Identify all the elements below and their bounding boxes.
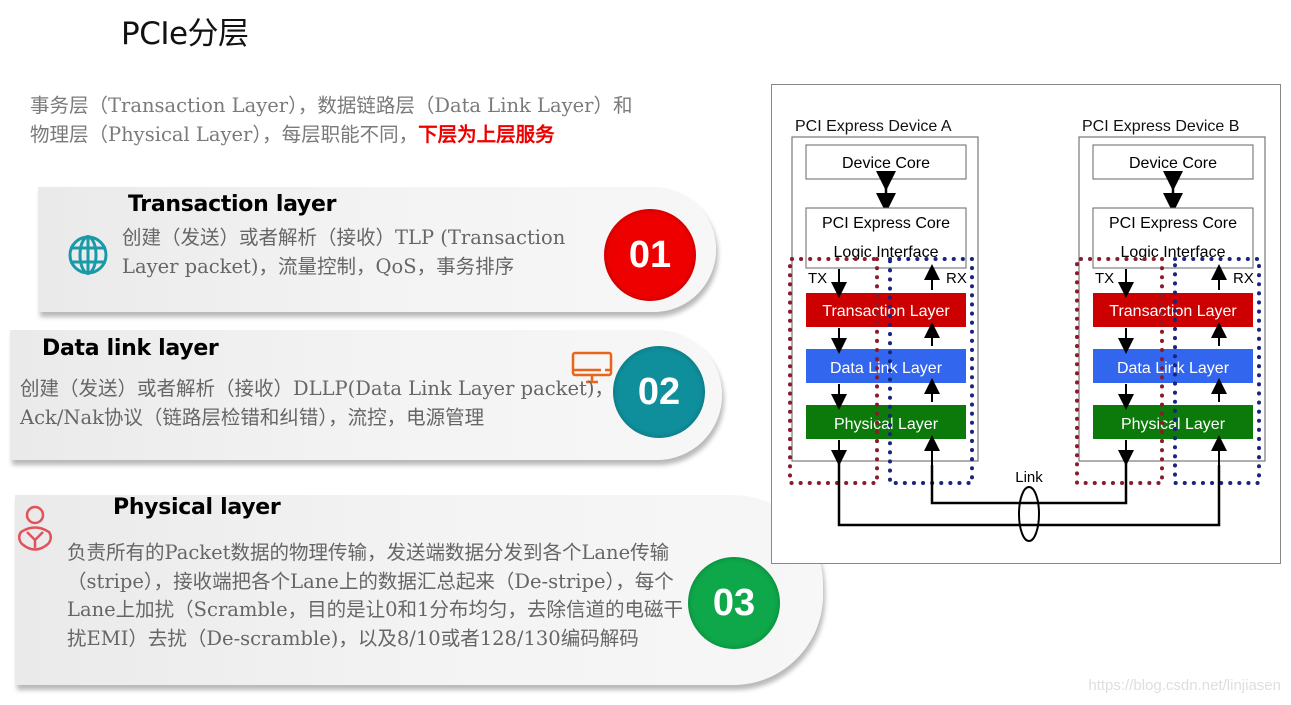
device-b: PCI Express Device B Device Core PCI Exp… bbox=[1075, 118, 1266, 485]
device-core-label: Device Core bbox=[1129, 155, 1217, 172]
rx-label: RX bbox=[946, 270, 967, 287]
device-a: PCI Express Device A Device Core PCI Exp… bbox=[788, 118, 979, 485]
layer-description: 创建（发送）或者解析（接收）TLP (Transaction Layer pac… bbox=[122, 226, 566, 278]
layer-title: Transaction layer bbox=[128, 192, 337, 217]
tx-label: TX bbox=[1095, 270, 1114, 287]
intro-paragraph: 事务层（Transaction Layer），数据链路层（Data Link L… bbox=[30, 92, 650, 149]
layer-title: Physical layer bbox=[113, 495, 281, 520]
layer-description: 负责所有的Packet数据的物理传输，发送端数据分发到各个Lane传输（stri… bbox=[67, 541, 683, 650]
device-label: PCI Express Device B bbox=[1082, 118, 1239, 135]
layer-number-badge: 03 bbox=[688, 557, 780, 649]
device-label: PCI Express Device A bbox=[795, 118, 952, 135]
page-title: PCIe分层 bbox=[121, 16, 249, 52]
globe-icon bbox=[66, 233, 110, 281]
core-interface-line1: PCI Express Core bbox=[822, 215, 950, 232]
pcie-layer-diagram: PCI Express Device A Device Core PCI Exp… bbox=[771, 84, 1281, 564]
layer-number-badge: 02 bbox=[613, 346, 705, 438]
layer-card-transaction: Transaction layer 创建（发送）或者解析（接收）TLP (Tra… bbox=[38, 187, 716, 312]
intro-highlight: 下层为上层服务 bbox=[418, 122, 555, 146]
data-link-layer-label: Data Link Layer bbox=[830, 360, 943, 377]
core-interface-line1: PCI Express Core bbox=[1109, 215, 1237, 232]
tx-label: TX bbox=[808, 270, 827, 287]
user-icon bbox=[15, 505, 55, 557]
link-ellipse bbox=[1018, 486, 1040, 542]
rx-label: RX bbox=[1233, 270, 1254, 287]
layer-card-physical: Physical layer 负责所有的Packet数据的物理传输，发送端数据分… bbox=[15, 495, 823, 685]
layer-number-badge: 01 bbox=[604, 209, 696, 301]
physical-layer-label: Physical Layer bbox=[834, 416, 939, 433]
link-label: Link bbox=[1015, 469, 1043, 486]
watermark: https://blog.csdn.net/linjiasen bbox=[1088, 677, 1281, 694]
transaction-layer-label: Transaction Layer bbox=[822, 303, 950, 320]
physical-layer-label: Physical Layer bbox=[1121, 416, 1226, 433]
layer-description: 创建（发送）或者解析（接收）DLLP(Data Link Layer packe… bbox=[20, 377, 614, 429]
core-interface-line2: Logic Interface bbox=[834, 244, 939, 261]
layer-title: Data link layer bbox=[42, 336, 219, 361]
layer-card-data-link: Data link layer 创建（发送）或者解析（接收）DLLP(Data … bbox=[10, 330, 722, 460]
device-core-label: Device Core bbox=[842, 155, 930, 172]
